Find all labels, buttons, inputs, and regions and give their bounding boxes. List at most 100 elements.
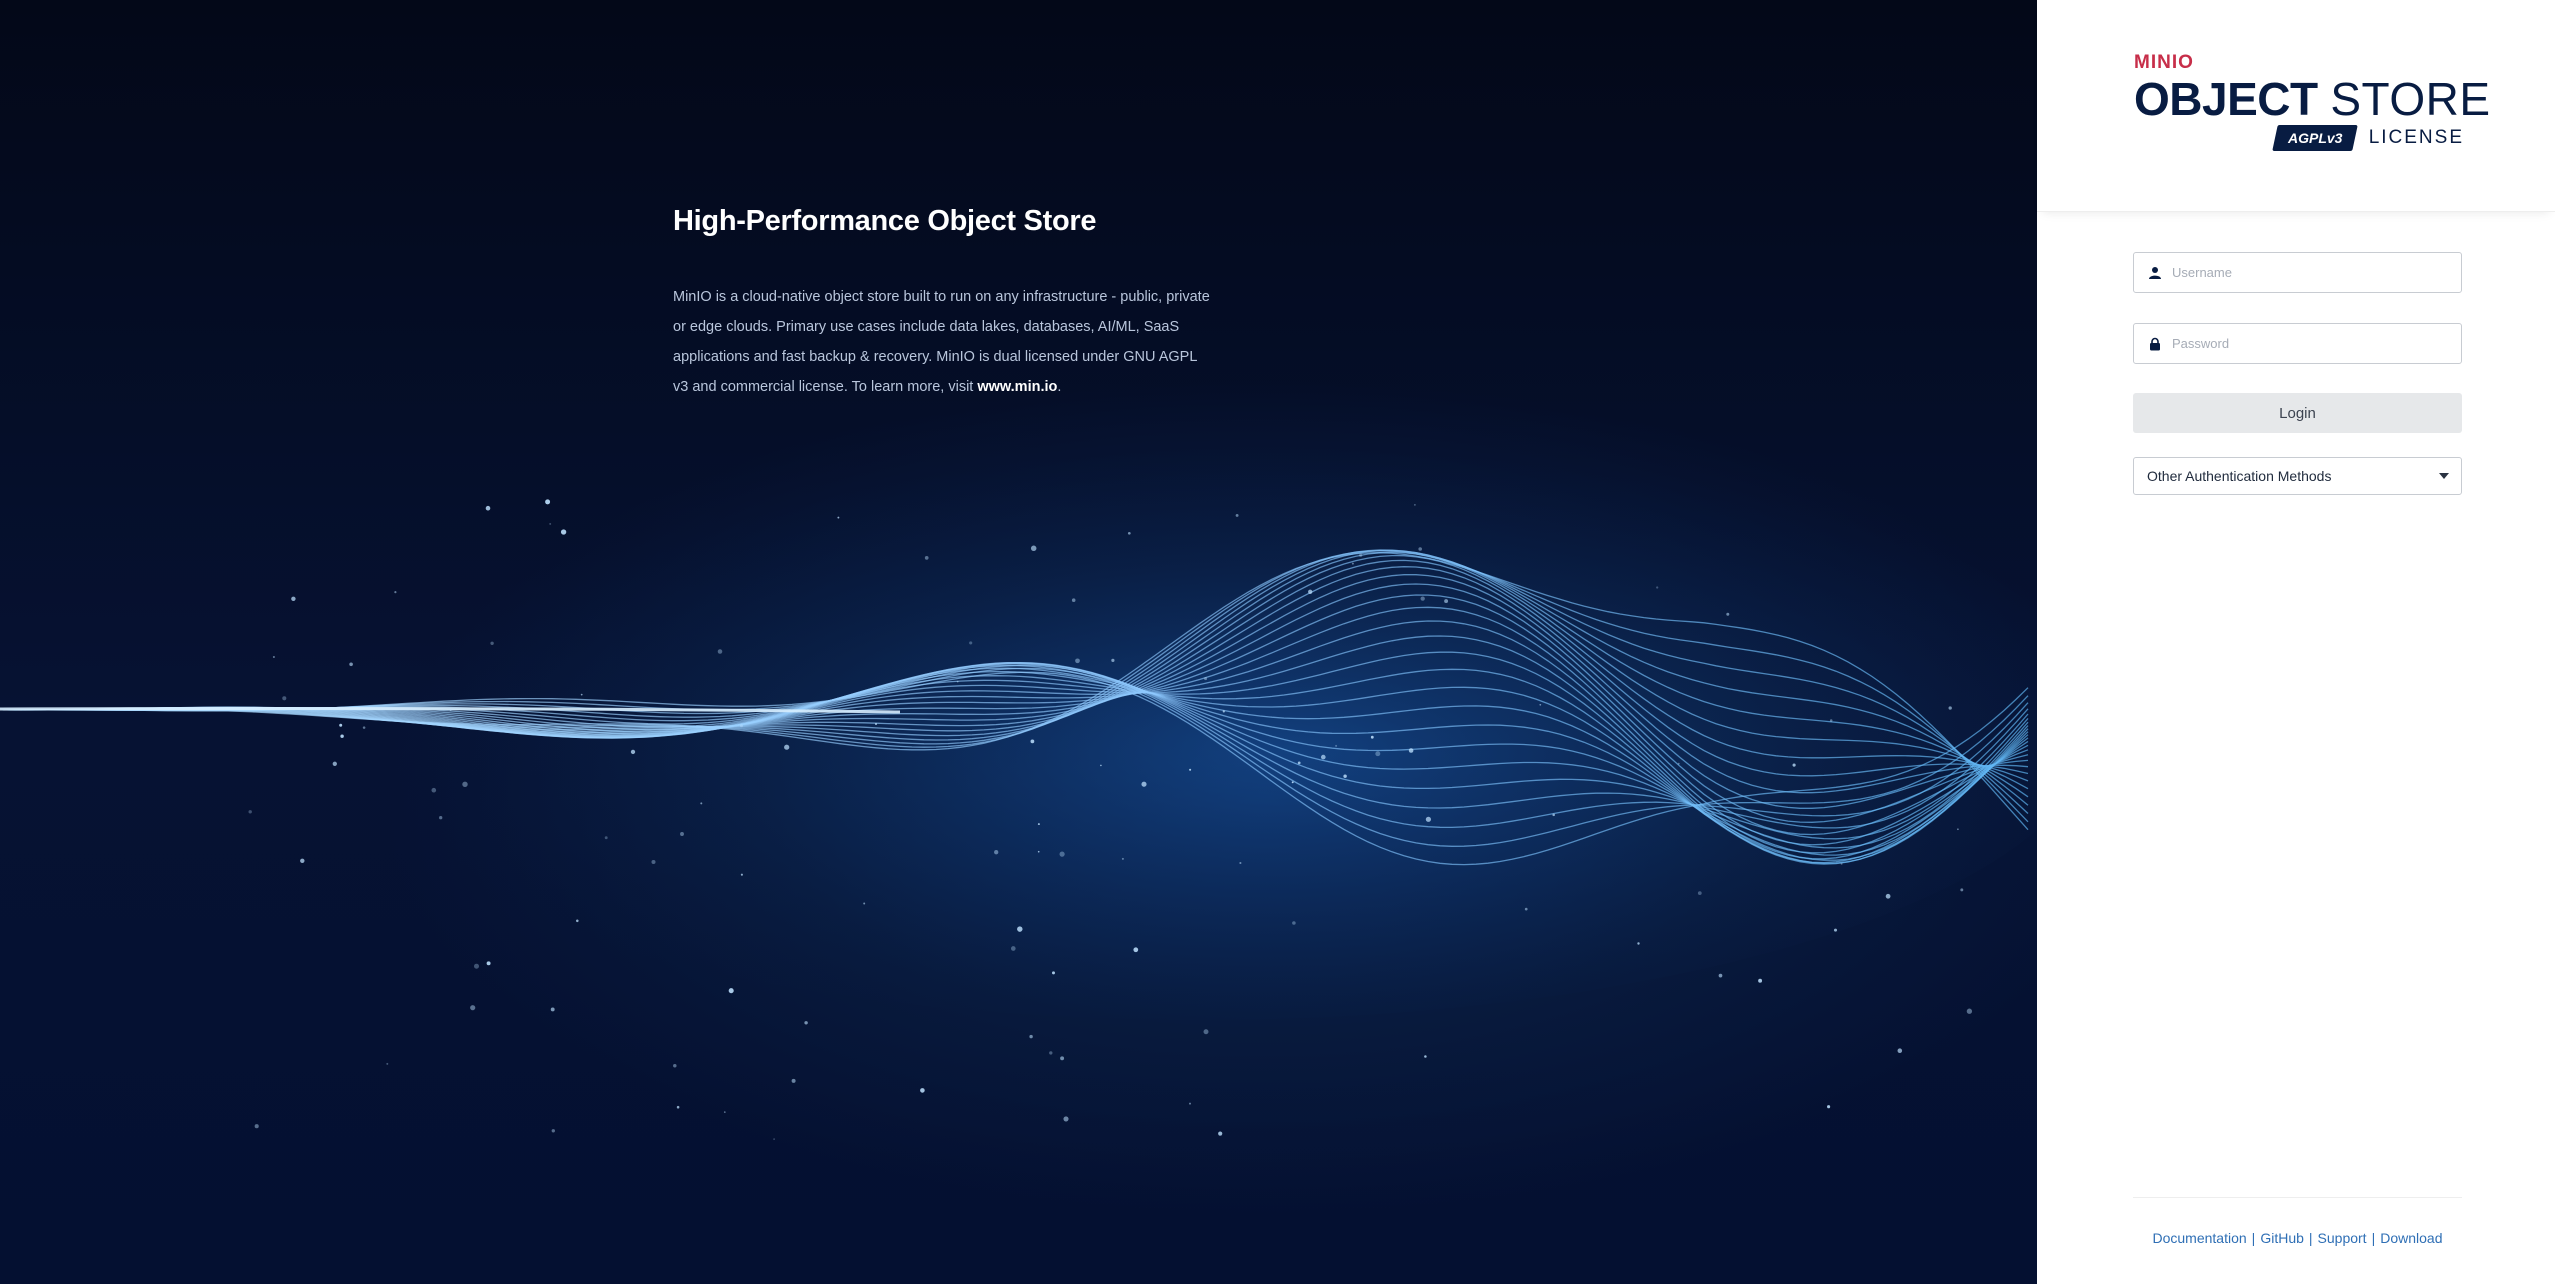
sparkle-dot <box>837 516 840 519</box>
brand-product-light: STORE <box>2330 73 2491 125</box>
hero-description: MinIO is a cloud-native object store bui… <box>673 282 1213 402</box>
sparkle-dot <box>773 1138 775 1140</box>
sparkle-dot <box>1343 774 1347 778</box>
password-field[interactable] <box>2133 323 2462 364</box>
sparkle-dot <box>1718 973 1723 978</box>
sparkle-dot <box>248 810 252 814</box>
sparkle-dot <box>680 832 684 836</box>
sparkle-dot <box>1204 677 1208 681</box>
sparkle-dot <box>386 1062 389 1065</box>
footer-separator: | <box>2308 1230 2313 1246</box>
hero-copy: High-Performance Object Store MinIO is a… <box>673 205 1213 402</box>
brand-license-row: AGPLv3 LICENSE <box>2134 125 2464 151</box>
sparkle-dot <box>431 787 437 793</box>
sparkle-dot <box>1218 1131 1223 1136</box>
brand-company: MINIO <box>2134 52 2194 73</box>
hero-title: High-Performance Object Store <box>673 205 1097 237</box>
sparkle-dot <box>1030 545 1037 552</box>
hero-body-text: MinIO is a cloud-native object store bui… <box>673 289 1210 395</box>
sparkle-dot <box>332 761 337 766</box>
sparkle-dot <box>1239 861 1242 865</box>
sparkle-dot <box>490 641 494 645</box>
minio-website-link[interactable]: www.min.io <box>977 379 1057 395</box>
sparkle-dot <box>1697 891 1702 895</box>
sparkle-dot <box>1037 823 1040 826</box>
brand-product-name: OBJECT STORE <box>2134 76 2490 122</box>
sparkle-dot <box>394 591 397 594</box>
sparkle-dot <box>545 499 551 505</box>
login-page: High-Performance Object Store MinIO is a… <box>0 0 2555 1284</box>
sparkle-dot <box>969 641 973 645</box>
sparkle-dot <box>470 1005 476 1011</box>
footer-links: Documentation | GitHub | Support | Download <box>2133 1230 2462 1246</box>
sparkle-dot <box>1827 1105 1831 1109</box>
login-button[interactable]: Login <box>2133 393 2462 433</box>
login-panel: MINIO OBJECT STORE AGPLv3 LICENSE Userna… <box>2037 0 2555 1284</box>
sparkle-dot <box>1885 893 1891 899</box>
chevron-down-icon <box>2439 473 2449 479</box>
sparkle-dot <box>1141 781 1147 787</box>
password-input[interactable] <box>2168 325 2461 362</box>
sparkle-dot <box>1052 971 1055 975</box>
sparkle-dot <box>1030 739 1035 744</box>
sparkle-dot <box>1414 504 1416 506</box>
sparkle-dot <box>804 1021 808 1025</box>
sparkle-dot <box>551 1129 555 1133</box>
hero-panel: High-Performance Object Store MinIO is a… <box>0 0 2037 1284</box>
sparkle-dot <box>339 723 343 727</box>
sparkle-dot <box>1320 754 1326 760</box>
sparkle-dot <box>282 696 287 701</box>
sparkle-dot <box>651 859 656 865</box>
sparkle-dot <box>300 858 305 864</box>
footer-link-documentation[interactable]: Documentation <box>2153 1230 2247 1246</box>
sparkle-dot <box>1017 926 1023 932</box>
sparkle-dot <box>1359 553 1363 557</box>
sparkle-dot <box>1010 946 1016 951</box>
sparkle-dot <box>673 1064 677 1068</box>
sparkle-dot <box>1960 888 1964 892</box>
sparkle-dot <box>1758 978 1763 983</box>
footer-link-support[interactable]: Support <box>2318 1230 2367 1246</box>
minio-logo: MINIO OBJECT STORE AGPLv3 LICENSE <box>2134 52 2490 151</box>
username-field[interactable] <box>2133 252 2462 293</box>
sparkle-dot <box>924 556 929 560</box>
sparkle-dot <box>740 873 743 876</box>
sparkle-dot <box>784 744 790 750</box>
footer-separator: | <box>2371 1230 2376 1246</box>
other-auth-methods-select[interactable]: Other Authentication Methods <box>2133 457 2462 495</box>
sparkle-dot <box>875 723 877 725</box>
sparkle-dot <box>1235 513 1239 517</box>
username-input[interactable] <box>2168 254 2461 291</box>
sparkle-dot <box>1792 763 1796 767</box>
brand-header: MINIO OBJECT STORE AGPLv3 LICENSE <box>2037 0 2555 212</box>
sparkle-dot <box>462 781 468 788</box>
footer-separator: | <box>2251 1230 2256 1246</box>
sparkle-dot <box>1075 658 1080 664</box>
hero-body-suffix: . <box>1057 379 1062 395</box>
sparkle-dot <box>1539 703 1542 706</box>
sparkle-dot <box>1060 1056 1065 1061</box>
sparkle-dot <box>1637 942 1640 945</box>
footer-link-github[interactable]: GitHub <box>2260 1230 2304 1246</box>
sparkle-dot <box>1420 596 1425 601</box>
sparkle-dot <box>994 850 999 855</box>
sparkle-dot <box>1375 751 1381 757</box>
sparkle-dot <box>863 902 866 905</box>
sparkle-dot <box>362 726 366 729</box>
user-icon <box>2142 253 2168 292</box>
sparkle-dot <box>956 680 959 683</box>
sparkle-dot <box>1189 1102 1191 1105</box>
sparkle-dot <box>474 963 479 969</box>
sparkle-dot <box>550 1007 555 1012</box>
sparkle-dot <box>1127 531 1131 535</box>
sparkle-dot <box>1444 599 1449 604</box>
sparkle-dot <box>604 836 608 840</box>
sparkle-dot <box>1829 719 1833 722</box>
footer-link-download[interactable]: Download <box>2380 1230 2442 1246</box>
sparkle-dot <box>740 724 743 728</box>
sparkle-dot <box>1071 598 1076 602</box>
sparkle-dot <box>1726 612 1730 616</box>
sparkle-dot <box>1948 706 1952 710</box>
sparkle-dot <box>1222 710 1225 713</box>
lock-icon <box>2142 324 2168 363</box>
